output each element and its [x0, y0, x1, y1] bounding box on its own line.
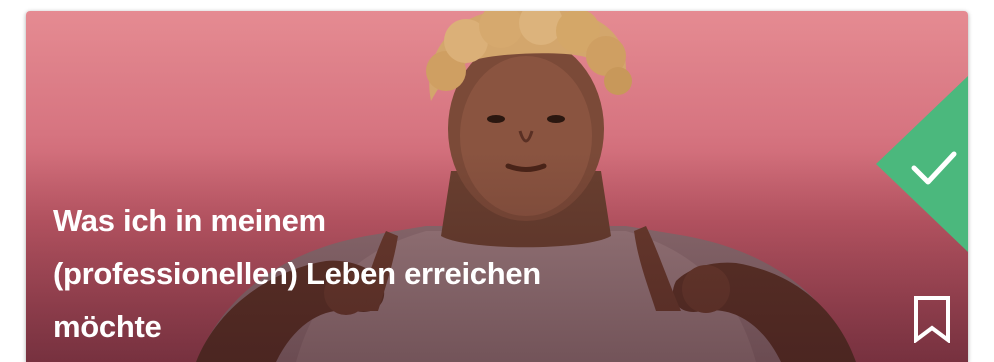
- bookmark-icon[interactable]: [912, 295, 952, 343]
- card-title-line: möchte: [53, 309, 162, 344]
- card-title[interactable]: Was ich in meinem (professionellen) Lebe…: [53, 194, 693, 353]
- completed-badge: [876, 76, 968, 252]
- course-card[interactable]: Was ich in meinem (professionellen) Lebe…: [26, 11, 968, 362]
- card-title-line: (professionellen) Leben erreichen: [53, 256, 541, 291]
- card-title-line: Was ich in meinem: [53, 203, 326, 238]
